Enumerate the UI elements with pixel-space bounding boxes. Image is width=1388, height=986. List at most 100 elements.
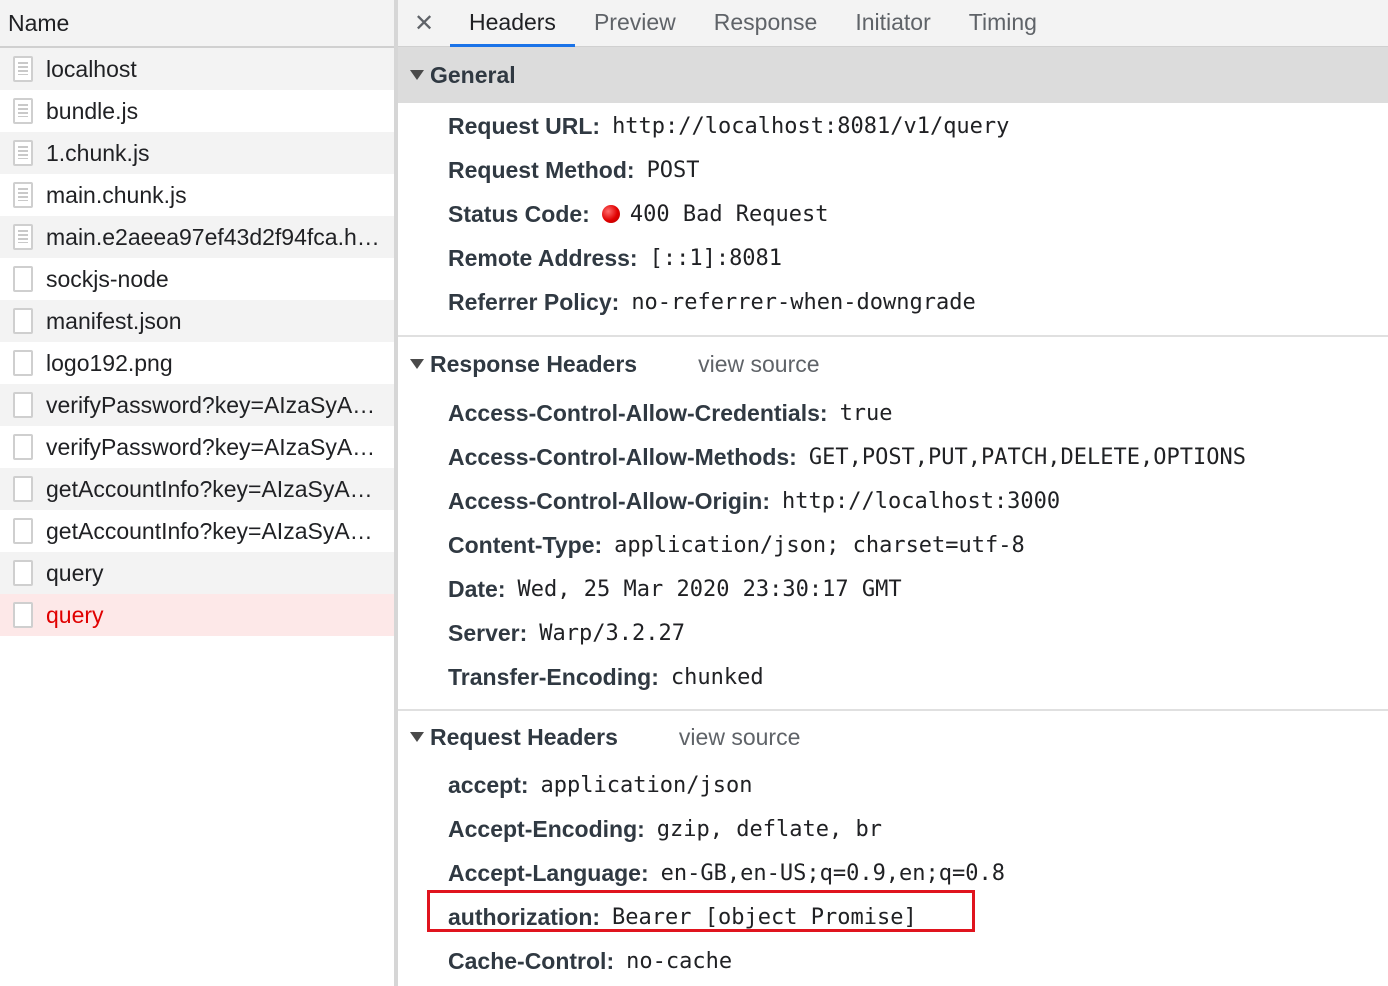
header-row: Server: Warp/3.2.27 xyxy=(448,611,1388,655)
request-row[interactable]: logo192.png xyxy=(0,342,394,384)
header-value[interactable]: Wed, 25 Mar 2020 23:30:17 GMT xyxy=(518,577,902,602)
header-value[interactable]: en-GB,en-US;q=0.9,en;q=0.8 xyxy=(661,861,1005,886)
request-name: localhost xyxy=(46,55,137,82)
header-row: Date: Wed, 25 Mar 2020 23:30:17 GMT xyxy=(448,567,1388,611)
request-row[interactable]: main.chunk.js xyxy=(0,174,394,216)
section-title: General xyxy=(430,61,516,88)
request-row[interactable]: verifyPassword?key=AIzaSyAbCdEfGh xyxy=(0,384,394,426)
response-header-rows: Access-Control-Allow-Credentials: true Acc… xyxy=(398,391,1388,699)
header-name: Accept-Encoding: xyxy=(448,815,645,842)
header-value[interactable]: chunked xyxy=(671,665,764,690)
document-icon xyxy=(13,98,33,124)
request-name: manifest.json xyxy=(46,307,182,334)
view-source-link[interactable]: view source xyxy=(698,351,819,378)
header-name: Remote Address: xyxy=(448,244,638,271)
header-value[interactable]: Bearer [object Promise] xyxy=(612,905,917,930)
request-name: sockjs-node xyxy=(46,265,169,292)
header-row: Access-Control-Allow-Methods: GET,POST,PU… xyxy=(448,435,1388,479)
header-value[interactable]: [::1]:8081 xyxy=(650,246,782,271)
request-name: query xyxy=(46,601,104,628)
header-value[interactable]: application/json; charset=utf-8 xyxy=(614,533,1025,558)
header-name: Status Code: xyxy=(448,200,590,227)
header-row: Accept-Encoding: gzip, deflate, br xyxy=(448,807,1388,851)
tab-response[interactable]: Response xyxy=(695,0,837,47)
header-row: accept: application/json xyxy=(448,763,1388,807)
header-row: Remote Address: [::1]:8081 xyxy=(448,236,1388,280)
request-headers-section-header[interactable]: Request Headers view source xyxy=(398,711,1388,763)
header-row: Access-Control-Allow-Credentials: true xyxy=(448,391,1388,435)
request-row[interactable]: main.e2aeea97ef43d2f94fca.hot-update.js xyxy=(0,216,394,258)
header-value[interactable]: no-referrer-when-downgrade xyxy=(631,290,975,315)
request-name: main.e2aeea97ef43d2f94fca.hot-update.js xyxy=(46,223,382,250)
header-name: Cache-Control: xyxy=(448,947,615,974)
request-row[interactable]: query xyxy=(0,552,394,594)
header-row: Accept-Language: en-GB,en-US;q=0.9,en;q=0… xyxy=(448,851,1388,895)
blank-file-icon xyxy=(13,308,33,334)
header-name: Accept-Language: xyxy=(448,859,649,886)
request-name: verifyPassword?key=AIzaSyAbCdEfGh xyxy=(46,391,382,418)
header-row: Referrer Policy: no-referrer-when-downgra… xyxy=(448,280,1388,324)
header-row: Content-Type: application/json; charset=u… xyxy=(448,523,1388,567)
collapse-triangle-icon xyxy=(410,732,424,742)
header-value[interactable]: 400 Bad Request xyxy=(630,202,829,227)
header-value[interactable]: Warp/3.2.27 xyxy=(539,621,685,646)
request-row[interactable]: verifyPassword?key=AIzaSyAbCdEfGh xyxy=(0,426,394,468)
header-row: Request URL: http://localhost:8081/v1/que… xyxy=(448,104,1388,148)
request-name: getAccountInfo?key=AIzaSyAbCdEfGh xyxy=(46,517,382,544)
header-name: Transfer-Encoding: xyxy=(448,663,659,690)
header-name: Server: xyxy=(448,619,528,646)
request-row[interactable]: localhost xyxy=(0,48,394,90)
tab-preview[interactable]: Preview xyxy=(575,0,695,47)
request-name: query xyxy=(46,559,104,586)
blank-file-icon xyxy=(13,392,33,418)
header-value[interactable]: GET,POST,PUT,PATCH,DELETE,OPTIONS xyxy=(809,445,1246,470)
document-icon xyxy=(13,140,33,166)
request-row[interactable]: manifest.json xyxy=(0,300,394,342)
request-list-panel: Name localhost bundle.js 1.chunk.js main.ch… xyxy=(0,0,394,986)
request-name: 1.chunk.js xyxy=(46,139,150,166)
general-section-header[interactable]: General xyxy=(398,47,1388,103)
request-details-panel: ✕ Headers Preview Response Initiator Timing … xyxy=(398,0,1388,986)
document-icon xyxy=(13,56,33,82)
header-value[interactable]: true xyxy=(840,401,893,426)
view-source-link[interactable]: view source xyxy=(679,724,800,751)
header-value[interactable]: http://localhost:3000 xyxy=(782,489,1060,514)
request-row[interactable]: getAccountInfo?key=AIzaSyAbCdEfGh xyxy=(0,468,394,510)
request-row[interactable]: 1.chunk.js xyxy=(0,132,394,174)
details-tab-bar: ✕ Headers Preview Response Initiator Timing xyxy=(398,0,1388,47)
header-value[interactable]: POST xyxy=(647,158,700,183)
close-icon[interactable]: ✕ xyxy=(398,0,450,47)
request-row[interactable]: bundle.js xyxy=(0,90,394,132)
request-name: main.chunk.js xyxy=(46,181,187,208)
blank-file-icon xyxy=(13,266,33,292)
header-name: Access-Control-Allow-Credentials: xyxy=(448,399,828,426)
header-name: Referrer Policy: xyxy=(448,288,620,315)
header-value[interactable]: application/json xyxy=(541,773,753,798)
tab-headers[interactable]: Headers xyxy=(450,0,575,47)
request-row[interactable]: sockjs-node xyxy=(0,258,394,300)
section-title: Request Headers xyxy=(430,723,618,750)
section-title: Response Headers xyxy=(430,350,638,377)
header-value[interactable]: gzip, deflate, br xyxy=(657,817,882,842)
request-header-rows: accept: application/json Accept-Encoding: g… xyxy=(398,763,1388,983)
request-row[interactable]: query xyxy=(0,594,394,636)
header-name: Request URL: xyxy=(448,112,601,139)
header-row: Transfer-Encoding: chunked xyxy=(448,655,1388,699)
collapse-triangle-icon xyxy=(410,359,424,369)
request-row[interactable]: getAccountInfo?key=AIzaSyAbCdEfGh xyxy=(0,510,394,552)
blank-file-icon xyxy=(13,350,33,376)
header-row: Cache-Control: no-cache xyxy=(448,939,1388,983)
header-name: Access-Control-Allow-Origin: xyxy=(448,487,771,514)
document-icon xyxy=(13,182,33,208)
status-error-icon xyxy=(601,205,620,223)
request-name: logo192.png xyxy=(46,349,173,376)
collapse-triangle-icon xyxy=(410,70,424,80)
request-name: verifyPassword?key=AIzaSyAbCdEfGh xyxy=(46,433,382,460)
response-headers-section-header[interactable]: Response Headers view source xyxy=(398,337,1388,391)
name-column-header[interactable]: Name xyxy=(0,0,394,48)
blank-file-icon xyxy=(13,434,33,460)
header-value[interactable]: http://localhost:8081/v1/query xyxy=(612,114,1009,139)
tab-initiator[interactable]: Initiator xyxy=(836,0,949,47)
header-value[interactable]: no-cache xyxy=(626,949,732,974)
tab-timing[interactable]: Timing xyxy=(950,0,1056,47)
